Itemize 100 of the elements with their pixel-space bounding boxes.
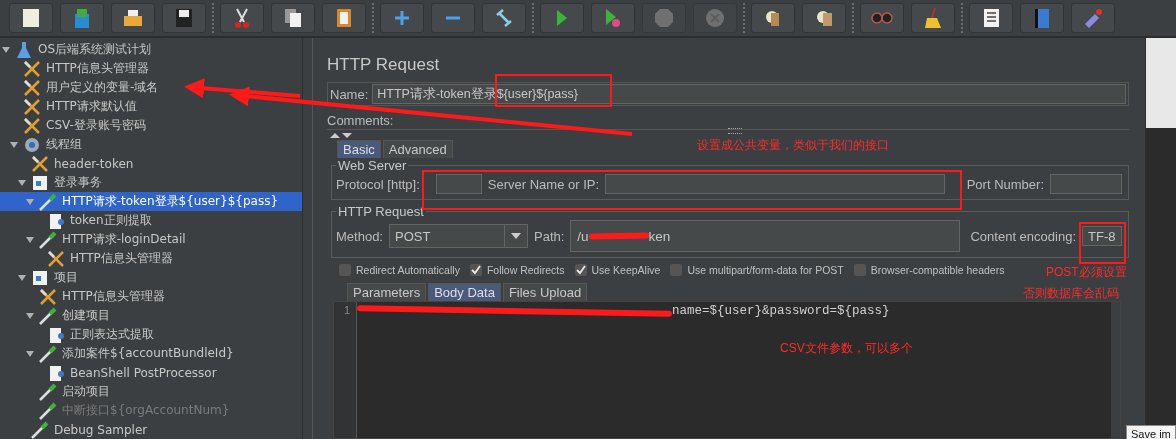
tab[interactable]: Parameters	[347, 283, 427, 301]
open-folder-icon	[124, 10, 142, 26]
toolbar-button[interactable]	[751, 3, 795, 33]
toolbar-button[interactable]	[111, 3, 155, 33]
tab[interactable]: Body Data	[428, 283, 501, 301]
tools-icon	[46, 249, 66, 268]
tree-item[interactable]: 用户定义的变量-域名	[0, 78, 302, 97]
pipette-icon	[38, 382, 58, 401]
expanded-triangle-icon[interactable]	[26, 349, 34, 358]
toolbar-button[interactable]	[271, 3, 315, 33]
annotation-note: 否则数据库会乱码	[1023, 285, 1119, 302]
server-label: Server Name or IP:	[487, 176, 600, 192]
tree-item[interactable]: CSV-登录账号密码	[0, 116, 302, 135]
expanded-triangle-icon[interactable]	[2, 45, 10, 54]
expanded-triangle-icon[interactable]	[18, 178, 26, 187]
tree-item[interactable]: Debug Sampler	[0, 420, 302, 439]
option-checkbox[interactable]: Redirect Automatically	[339, 264, 460, 276]
toolbar-button[interactable]	[969, 3, 1013, 33]
expanded-triangle-icon[interactable]	[26, 235, 34, 244]
tree-item[interactable]: 创建项目	[0, 306, 302, 325]
encoding-label: Content encoding:	[970, 228, 1076, 244]
close-icon	[706, 9, 724, 27]
tools-icon	[22, 97, 42, 116]
expanded-triangle-icon[interactable]	[26, 311, 34, 320]
tree-item[interactable]: 线程组	[0, 135, 302, 154]
tree-item[interactable]: HTTP请求-loginDetail	[0, 230, 302, 249]
port-field[interactable]	[1050, 174, 1122, 194]
pipette-icon	[38, 306, 58, 325]
stop-icon	[655, 9, 673, 27]
tools-icon	[30, 154, 50, 173]
toolbar-button[interactable]	[9, 3, 53, 33]
tab[interactable]: Files Upload	[502, 283, 588, 301]
option-checkbox[interactable]: Use multipart/form-data for POST	[670, 264, 844, 276]
pipette-icon	[30, 420, 50, 439]
toolbar-button[interactable]	[162, 3, 206, 33]
minus-icon	[445, 16, 461, 20]
tools-icon	[22, 116, 42, 135]
redaction-mark	[588, 232, 649, 240]
tab[interactable]: Basic	[337, 140, 381, 158]
annotation-note: 设置成公共变量，类似于我们的接口	[697, 137, 889, 154]
tree-item[interactable]: HTTP信息头管理器	[0, 249, 302, 268]
tree-item[interactable]: HTTP请求-token登录${user}${pass}	[0, 192, 302, 211]
tree-item[interactable]: BeanShell PostProcessor	[0, 363, 302, 382]
protocol-field[interactable]	[435, 174, 482, 194]
tree-item[interactable]: token正则提取	[0, 211, 302, 230]
scrollbar[interactable]	[1111, 302, 1120, 438]
tree-item[interactable]: 启动项目	[0, 382, 302, 401]
option-checkbox[interactable]: Browser-compatible headers	[853, 264, 1005, 276]
group-title: Web Server	[337, 158, 408, 173]
annotation-note: POST必须设置	[1046, 264, 1127, 281]
option-checkbox[interactable]: Use KeepAlive	[574, 264, 661, 276]
book-icon	[1035, 8, 1049, 28]
tree-item[interactable]: 登录事务	[0, 173, 302, 192]
play-icon	[557, 10, 567, 26]
tooltip: Save im	[1126, 425, 1176, 439]
tree-item[interactable]: HTTP请求默认值	[0, 97, 302, 116]
encoding-field[interactable]: TF-8	[1082, 226, 1122, 246]
controller-icon	[30, 173, 50, 192]
remote-icon	[1084, 8, 1102, 28]
annotation-note: CSV文件参数，可以多个	[780, 340, 913, 357]
templates-icon	[75, 8, 89, 28]
toolbar-button[interactable]	[482, 3, 526, 33]
gear-icon	[22, 135, 42, 154]
caret-icon	[511, 233, 521, 239]
tree-item[interactable]: OS后端系统测试计划	[0, 40, 302, 59]
group-title: HTTP Request	[337, 204, 425, 219]
resize-handle[interactable]	[728, 128, 742, 134]
expanded-triangle-icon[interactable]	[18, 273, 26, 282]
tab[interactable]: Advanced	[382, 140, 453, 158]
pipette-icon	[38, 192, 58, 211]
tree-item[interactable]: 正则表达式提取	[0, 325, 302, 344]
plus-icon	[394, 10, 410, 26]
save-icon	[176, 9, 192, 27]
path-text: /u	[577, 228, 589, 244]
toolbar-button[interactable]	[802, 3, 846, 33]
option-checkbox[interactable]: Follow Redirects	[469, 264, 565, 276]
collapse-arrows-icon[interactable]	[329, 132, 353, 139]
toolbar-button[interactable]	[322, 3, 366, 33]
tree-item[interactable]: 项目	[0, 268, 302, 287]
path-label: Path:	[534, 228, 565, 244]
tree-item[interactable]: HTTP信息头管理器	[0, 59, 302, 78]
tree-item[interactable]: HTTP信息头管理器	[0, 287, 302, 306]
list-icon	[983, 9, 999, 27]
play-icon	[606, 9, 620, 27]
path-field[interactable]: /u ken	[570, 220, 961, 252]
flask-icon	[14, 40, 34, 59]
copy-icon	[285, 9, 301, 27]
tools-icon	[38, 287, 58, 306]
toolbar-button[interactable]	[220, 3, 264, 33]
tree-item[interactable]: header-token	[0, 154, 302, 173]
expanded-triangle-icon[interactable]	[26, 197, 34, 206]
toolbar-button[interactable]	[911, 3, 955, 33]
name-label: Name:	[330, 86, 369, 102]
pipette-icon	[38, 344, 58, 363]
server-field[interactable]	[605, 174, 945, 194]
new-file-icon	[23, 9, 39, 27]
tree-item[interactable]: 添加案件${accountBundleId}	[0, 344, 302, 363]
check-icon	[469, 264, 482, 276]
method-dropdown[interactable]: POST	[389, 224, 528, 248]
expanded-triangle-icon[interactable]	[10, 140, 18, 149]
